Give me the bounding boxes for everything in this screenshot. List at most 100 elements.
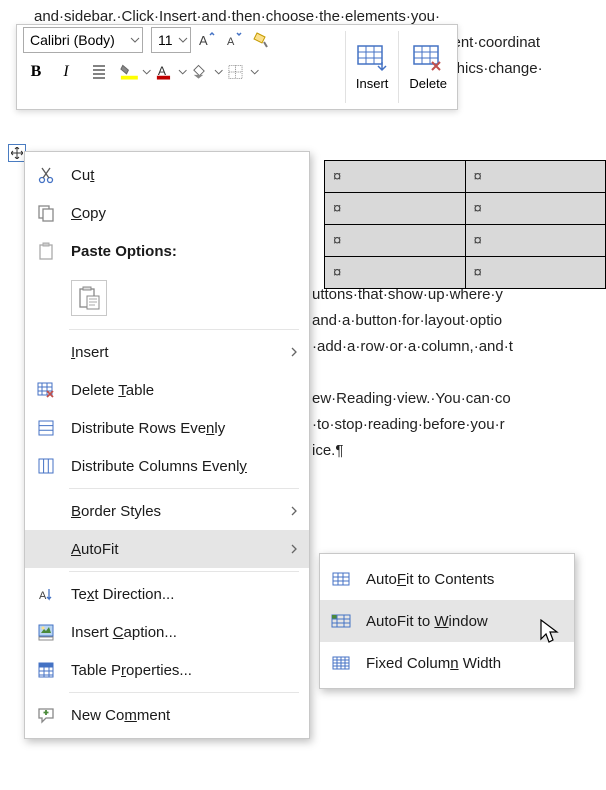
menu-label: Paste Options: — [71, 243, 299, 260]
doc-line: ·add·a·row·or·a·column,·and·t — [312, 334, 606, 360]
delete-label: Delete — [409, 76, 447, 91]
svg-text:A: A — [158, 64, 167, 78]
submenu-arrow-icon — [289, 506, 299, 516]
font-name-dropdown[interactable]: Calibri (Body) — [23, 27, 143, 53]
chevron-down-icon — [178, 67, 187, 77]
menu-new-comment[interactable]: New Comment — [25, 696, 309, 734]
menu-label: Table Properties... — [71, 662, 299, 679]
menu-label: Insert — [71, 344, 275, 361]
menu-label: Delete Table — [71, 382, 299, 399]
table-cell[interactable]: ¤ — [465, 225, 606, 257]
mouse-cursor-icon — [540, 619, 560, 647]
menu-label: Text Direction... — [71, 586, 299, 603]
chevron-down-icon — [142, 67, 151, 77]
menu-delete-table[interactable]: Delete Table — [25, 371, 309, 409]
table-properties-icon — [35, 659, 57, 681]
mini-toolbar: Calibri (Body) 11 A A B I — [16, 24, 458, 110]
menu-text-direction[interactable]: A Text Direction... — [25, 575, 309, 613]
paste-options-row — [25, 270, 309, 326]
table-delete-icon — [412, 44, 444, 72]
menu-cut[interactable]: Cut — [25, 156, 309, 194]
font-name-value: Calibri (Body) — [30, 32, 115, 48]
autofit-submenu: AutoFit to Contents AutoFit to Window Fi… — [319, 553, 575, 689]
paragraph-spacing-button[interactable] — [83, 59, 115, 85]
doc-line: ·to·stop·reading·before·you·r — [312, 412, 606, 438]
menu-border-styles[interactable]: Border Styles — [25, 492, 309, 530]
table-cell[interactable]: ¤ — [465, 257, 606, 289]
doc-line: ice.¶ — [312, 438, 606, 464]
grow-font-button[interactable]: A — [193, 27, 219, 53]
menu-label: Cut — [71, 167, 299, 184]
menu-label: Fixed Column Width — [366, 655, 564, 672]
format-painter-button[interactable] — [249, 27, 275, 53]
doc-line: and·a·button·for·layout·optio — [312, 308, 606, 334]
menu-table-properties[interactable]: Table Properties... — [25, 651, 309, 689]
paste-keep-source-button[interactable] — [71, 280, 107, 316]
borders-button[interactable] — [227, 59, 259, 85]
distribute-cols-icon — [35, 455, 57, 477]
menu-fixed-column-width[interactable]: Fixed Column Width — [320, 642, 574, 684]
svg-text:A: A — [39, 590, 47, 602]
chevron-down-icon — [178, 35, 188, 45]
highlight-button[interactable] — [119, 59, 151, 85]
menu-insert-caption[interactable]: Insert Caption... — [25, 613, 309, 651]
doc-line: ment·coordinat — [440, 30, 606, 56]
delete-table-icon — [35, 379, 57, 401]
paste-icon — [35, 240, 57, 262]
fixed-width-icon — [330, 652, 352, 674]
menu-label: AutoFit — [71, 541, 275, 558]
table-cell[interactable]: ¤ — [325, 161, 466, 193]
submenu-arrow-icon — [289, 347, 299, 357]
insert-label: Insert — [356, 76, 389, 91]
menu-distribute-columns[interactable]: Distribute Columns Evenly — [25, 447, 309, 485]
menu-paste-options-header: Paste Options: — [25, 232, 309, 270]
text-direction-icon: A — [35, 583, 57, 605]
font-size-value: 11 — [158, 32, 173, 48]
menu-autofit[interactable]: AutoFit — [25, 530, 309, 568]
comment-icon — [35, 704, 57, 726]
menu-label: AutoFit to Window — [366, 613, 564, 630]
distribute-rows-icon — [35, 417, 57, 439]
cut-icon — [35, 164, 57, 186]
chevron-down-icon — [250, 67, 259, 77]
context-menu: Cut Copy Paste Options: Insert Delete Ta… — [24, 151, 310, 739]
menu-label: New Comment — [71, 707, 299, 724]
shading-button[interactable] — [191, 59, 223, 85]
doc-line: aphics·change· — [440, 56, 606, 82]
menu-autofit-window[interactable]: AutoFit to Window — [320, 600, 574, 642]
autofit-contents-icon — [330, 568, 352, 590]
table-cell[interactable]: ¤ — [465, 161, 606, 193]
menu-autofit-contents[interactable]: AutoFit to Contents — [320, 558, 574, 600]
table-insert-icon — [356, 44, 388, 72]
menu-label: AutoFit to Contents — [366, 571, 564, 588]
submenu-arrow-icon — [289, 544, 299, 554]
autofit-window-icon — [330, 610, 352, 632]
menu-label: Distribute Columns Evenly — [71, 458, 299, 475]
svg-text:A: A — [199, 33, 208, 48]
svg-text:A: A — [227, 36, 235, 48]
chevron-down-icon — [130, 35, 140, 45]
table-cell[interactable]: ¤ — [325, 257, 466, 289]
caption-icon — [35, 621, 57, 643]
font-size-dropdown[interactable]: 11 — [151, 27, 191, 53]
copy-icon — [35, 202, 57, 224]
menu-insert[interactable]: Insert — [25, 333, 309, 371]
menu-distribute-rows[interactable]: Distribute Rows Evenly — [25, 409, 309, 447]
table-cell[interactable]: ¤ — [325, 193, 466, 225]
menu-label: Insert Caption... — [71, 624, 299, 641]
italic-button[interactable]: I — [53, 59, 79, 85]
document-table[interactable]: ¤¤ ¤¤ ¤¤ ¤¤ — [324, 160, 606, 289]
table-cell[interactable]: ¤ — [465, 193, 606, 225]
menu-copy[interactable]: Copy — [25, 194, 309, 232]
font-color-button[interactable]: A — [155, 59, 187, 85]
doc-line: ew·Reading·view.·You·can·co — [312, 386, 606, 412]
menu-label: Copy — [71, 205, 299, 222]
insert-button[interactable]: Insert — [346, 25, 399, 109]
chevron-down-icon — [214, 67, 223, 77]
bold-button[interactable]: B — [23, 59, 49, 85]
table-cell[interactable]: ¤ — [325, 225, 466, 257]
shrink-font-button[interactable]: A — [221, 27, 247, 53]
delete-button[interactable]: Delete — [399, 25, 457, 109]
menu-label: Border Styles — [71, 503, 275, 520]
menu-label: Distribute Rows Evenly — [71, 420, 299, 437]
